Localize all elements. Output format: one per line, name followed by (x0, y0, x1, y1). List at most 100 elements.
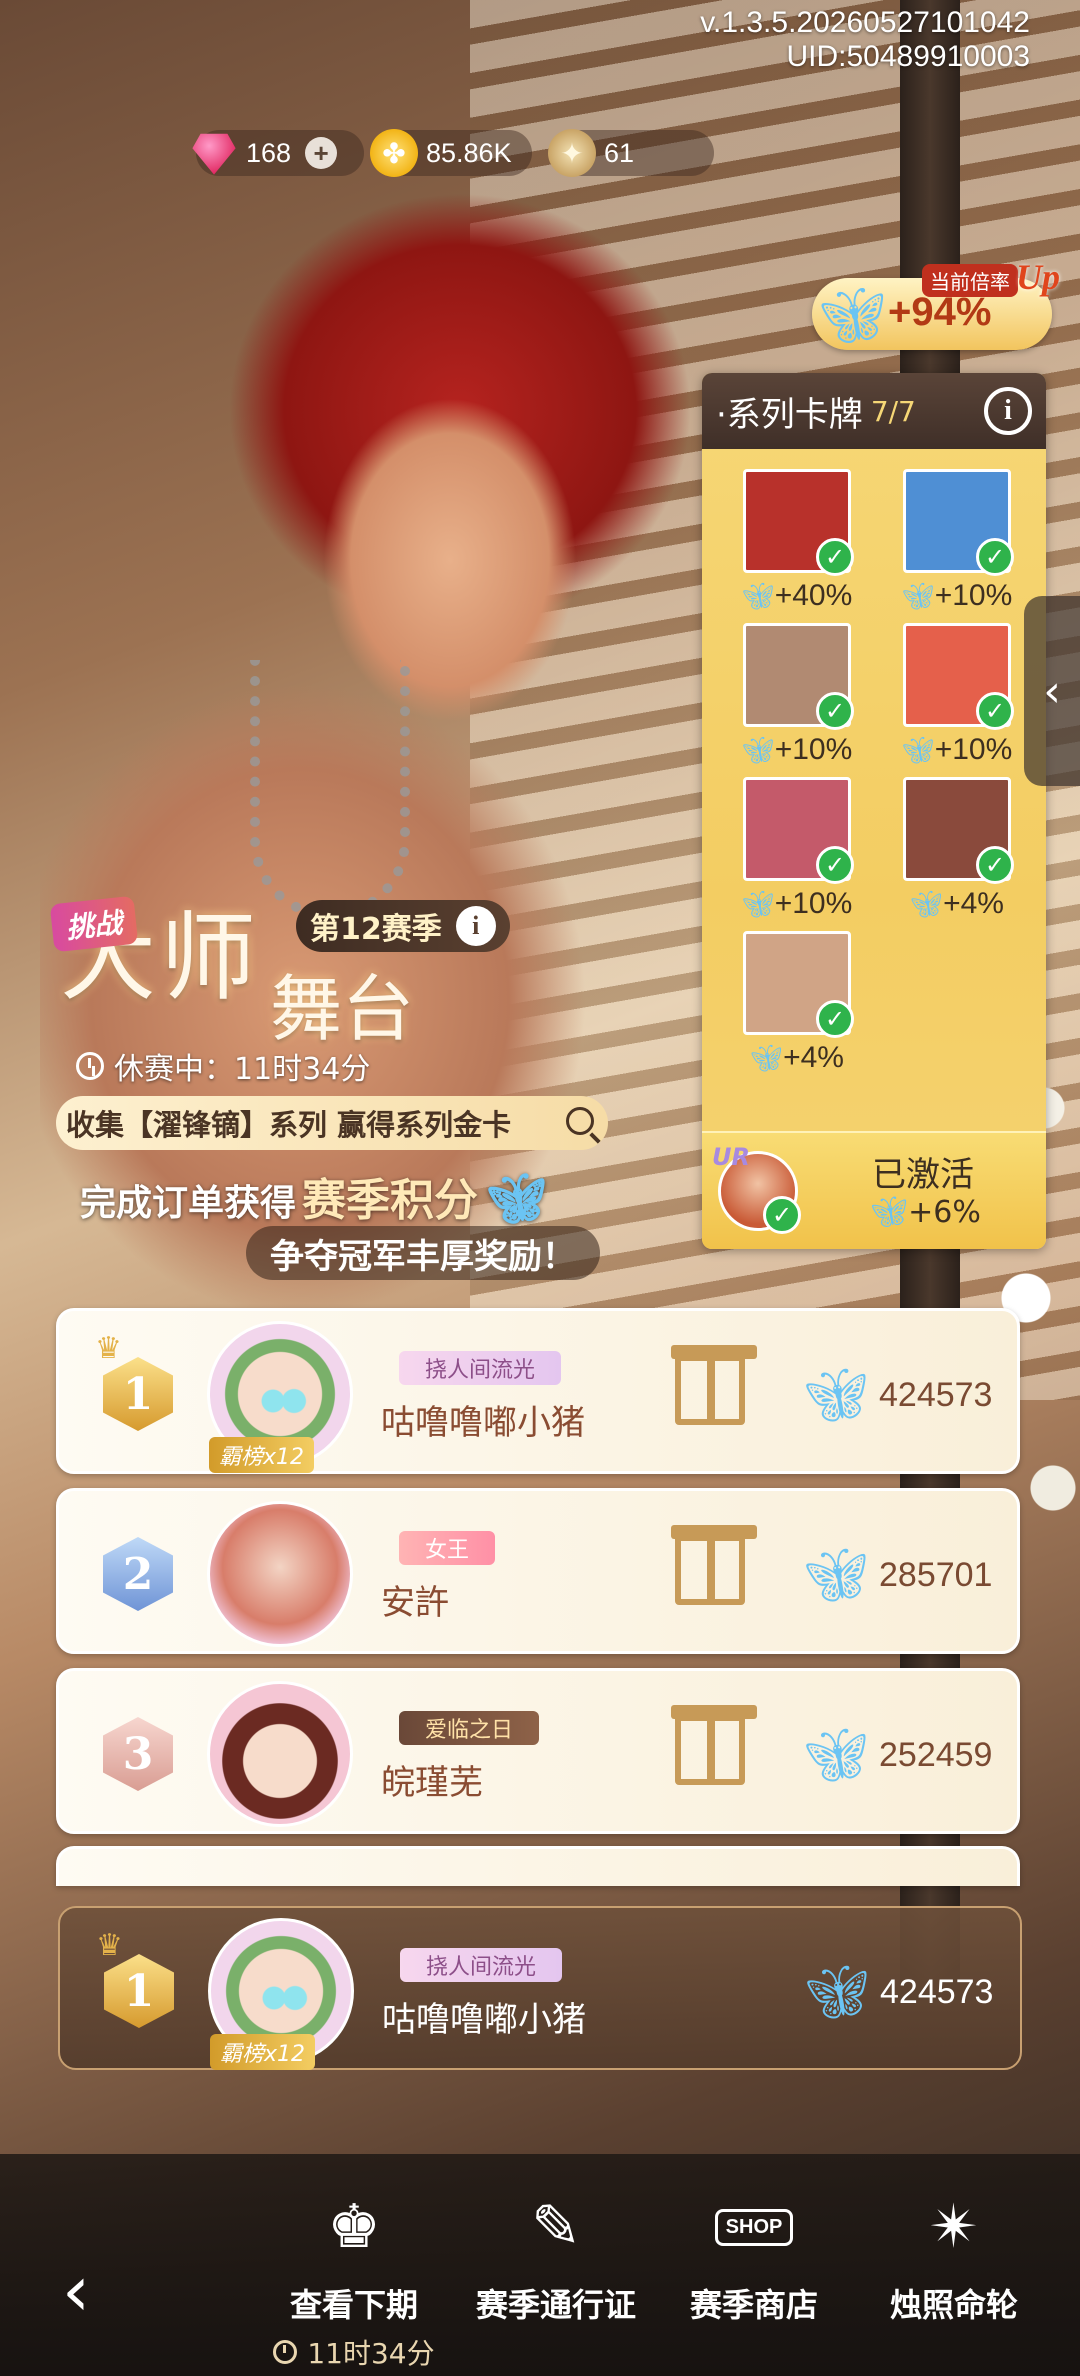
back-button[interactable]: ‹ (62, 2250, 90, 2332)
card-image: ✓ (743, 623, 854, 730)
butterfly-icon: 🦋︎ (870, 1195, 909, 1230)
nav-season-shop[interactable]: SHOP 赛季商店 (654, 2184, 854, 2326)
ranking-row[interactable]: ♛ 1 霸榜x12 挠人间流光 咕噜噜嘟小猪 🦋︎ 424573 (56, 1308, 1020, 1474)
series-card[interactable]: ✓ 🦋︎+10% (882, 623, 1032, 777)
avatar (207, 1681, 353, 1827)
player-score-value: 252459 (879, 1736, 993, 1774)
star-count: 61 (604, 137, 635, 168)
series-card[interactable]: ✓ 🦋︎+10% (722, 623, 872, 777)
nav-next-season-time: 11时34分 (254, 2332, 454, 2372)
shop-sign: SHOP (714, 2208, 794, 2246)
nav-season-pass-label: 赛季通行证 (475, 2286, 636, 2324)
player-score-value: 285701 (879, 1556, 993, 1594)
series-card[interactable]: ✓ 🦋︎+4% (722, 931, 872, 1085)
gift-icon[interactable] (671, 1525, 757, 1605)
challenge-tag: 挑战 (49, 895, 139, 953)
trophy-icon: ♚ (327, 2192, 381, 2262)
ur-tag: UR (712, 1143, 750, 1171)
card-image: ✓ (743, 777, 854, 884)
gem-currency[interactable]: 168 + (192, 130, 364, 176)
season-badge: 第12赛季 i (296, 900, 510, 952)
version-info: v.1.3.5.20260527101042 UID:50489910003 (700, 6, 1030, 74)
player-score-value: 424573 (879, 1376, 993, 1414)
series-card[interactable]: ✓ 🦋︎+40% (722, 469, 872, 623)
my-rank-bar[interactable]: ♛ 1 霸榜x12 挠人间流光 咕噜噜嘟小猪 🦋︎ 424573 (58, 1906, 1022, 2070)
rank-badge: 2 (103, 1537, 173, 1611)
rank-badge: 3 (103, 1717, 173, 1791)
card-bonus-value: +4% (783, 1041, 844, 1074)
season-info-button[interactable]: i (455, 906, 496, 946)
butterfly-icon: 🦋︎ (901, 581, 935, 611)
nav-next-season[interactable]: ♚ 查看下期 11时34分 (254, 2184, 454, 2372)
reward-info: 争夺冠军丰厚奖励！ (246, 1226, 600, 1280)
butterfly-icon: 🦋︎ (803, 1367, 870, 1425)
scroll-icon: ✎ (530, 2192, 582, 2262)
title-tag: 挠人间流光 (399, 1351, 562, 1385)
crown-icon: ♛ (95, 1331, 122, 1366)
multiplier-value: +94% (888, 290, 992, 334)
series-info-button[interactable]: i (984, 387, 1032, 435)
activated-bonus: 🦋︎+6% (870, 1195, 981, 1230)
clover-currency[interactable]: ✤ 85.86K (370, 129, 532, 177)
check-icon: ✓ (816, 692, 854, 730)
activated-section: ✓ UR 已激活 🦋︎+6% (702, 1131, 1046, 1249)
clock-icon (273, 2340, 298, 2364)
nav-fate-wheel[interactable]: ✴ 烛照命轮 (854, 2184, 1054, 2326)
butterfly-icon: 🦋︎ (486, 1171, 547, 1227)
gift-icon[interactable] (671, 1345, 757, 1425)
my-rank-badge: 1 (104, 1954, 174, 2028)
crown-icon: ♛ (96, 1928, 123, 1963)
bang-tag: 霸榜x12 (209, 1437, 315, 1473)
my-name: 咕噜噜嘟小猪 (382, 2000, 586, 2040)
avatar (207, 1501, 353, 1647)
card-bonus-value: +10% (774, 887, 853, 920)
ranking-row-partial[interactable] (56, 1846, 1020, 1886)
my-title-tag: 挠人间流光 (400, 1948, 563, 1982)
multiplier-badge: 🦋︎ 当前倍率 Up +94% (812, 257, 1060, 350)
card-image: ✓ (743, 469, 854, 576)
search-icon[interactable] (566, 1107, 594, 1135)
player-score: 🦋︎ 424573 (803, 1365, 992, 1426)
nav-season-pass[interactable]: ✎ 赛季通行证 (456, 2184, 656, 2326)
series-card-grid: ✓ 🦋︎+40% ✓ 🦋︎+10% ✓ 🦋︎+10% ✓ 🦋︎+10% ✓ 🦋︎+10% ✓ 🦋︎+4… (722, 469, 1032, 1085)
series-title: ·系列卡牌 (716, 394, 863, 435)
gift-icon[interactable] (671, 1705, 757, 1785)
card-bonus-value: +10% (774, 733, 853, 766)
ranking-row[interactable]: 3 爱临之日 皖瑾芜 🦋︎ 252459 (56, 1668, 1020, 1834)
series-cards-panel: ·系列卡牌 7/7 i ✓ 🦋︎+40% ✓ 🦋︎+10% ✓ 🦋︎+10% ✓ 🦋︎+10%… (702, 373, 1046, 1249)
card-image: ✓ (903, 469, 1014, 576)
ranking-row[interactable]: 2 女王 安許 🦋︎ 285701 (56, 1488, 1020, 1654)
player-score: 🦋︎ 252459 (803, 1725, 992, 1786)
series-card[interactable]: ✓ 🦋︎+4% (882, 777, 1032, 931)
check-icon: ✓ (816, 1000, 854, 1038)
nav-season-shop-label: 赛季商店 (689, 2286, 818, 2324)
check-icon: ✓ (976, 692, 1014, 730)
compass-icon: ✴ (928, 2192, 980, 2262)
player-name: 安許 (381, 1583, 449, 1623)
activated-label: 已激活 (872, 1155, 974, 1195)
card-bonus-value: +40% (774, 579, 853, 612)
clover-count: 85.86K (426, 137, 512, 168)
title-tag: 爱临之日 (399, 1711, 540, 1745)
butterfly-icon: 🦋︎ (741, 581, 775, 611)
multiplier-up: Up (1016, 257, 1060, 297)
nav-fate-wheel-label: 烛照命轮 (889, 2286, 1018, 2324)
series-card[interactable]: ✓ 🦋︎+10% (722, 777, 872, 931)
my-score-value: 424573 (880, 1973, 994, 2011)
shop-icon: SHOP (706, 2184, 802, 2270)
clock-icon (76, 1052, 104, 1080)
collect-series-bar[interactable]: 收集【濯锋镝】系列 赢得系列金卡 (56, 1096, 608, 1150)
order-info: 完成订单获得 赛季积分 🦋︎ (80, 1164, 547, 1228)
star-currency[interactable]: ✦ 61 (548, 129, 714, 177)
card-image: ✓ (903, 777, 1014, 884)
series-card[interactable]: ✓ 🦋︎+10% (882, 469, 1032, 623)
card-bonus-value: +4% (943, 887, 1004, 920)
check-icon: ✓ (816, 538, 854, 576)
add-gems-button[interactable]: + (305, 137, 338, 169)
butterfly-icon: 🦋︎ (741, 735, 775, 765)
side-panel-toggle-button[interactable]: ‹ (1024, 596, 1080, 786)
check-icon: ✓ (763, 1196, 801, 1234)
order-prefix: 完成订单获得 (80, 1183, 297, 1224)
butterfly-icon: 🦋︎ (910, 889, 944, 919)
background-chain (250, 660, 410, 920)
